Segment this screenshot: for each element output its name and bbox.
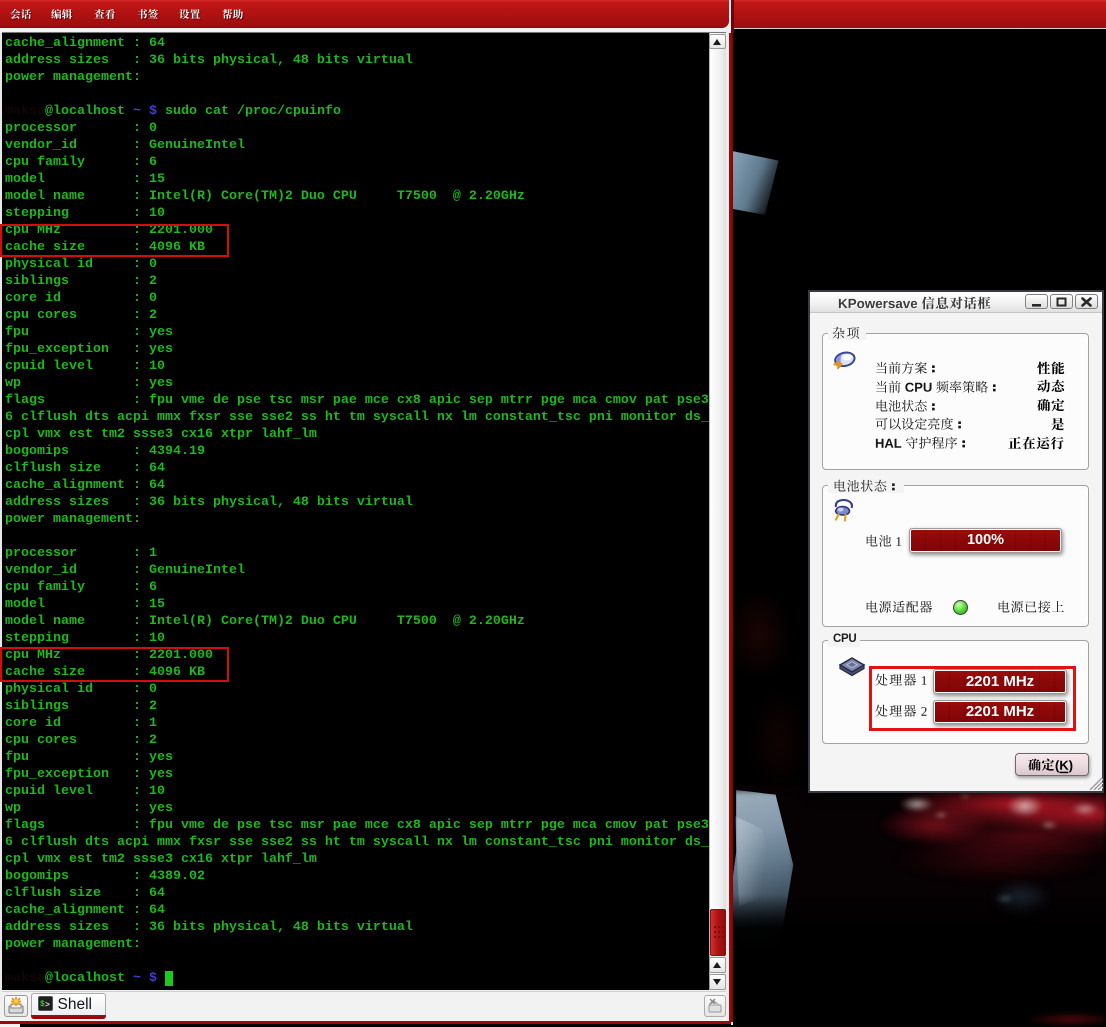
svg-text:>: > <box>45 1001 50 1010</box>
